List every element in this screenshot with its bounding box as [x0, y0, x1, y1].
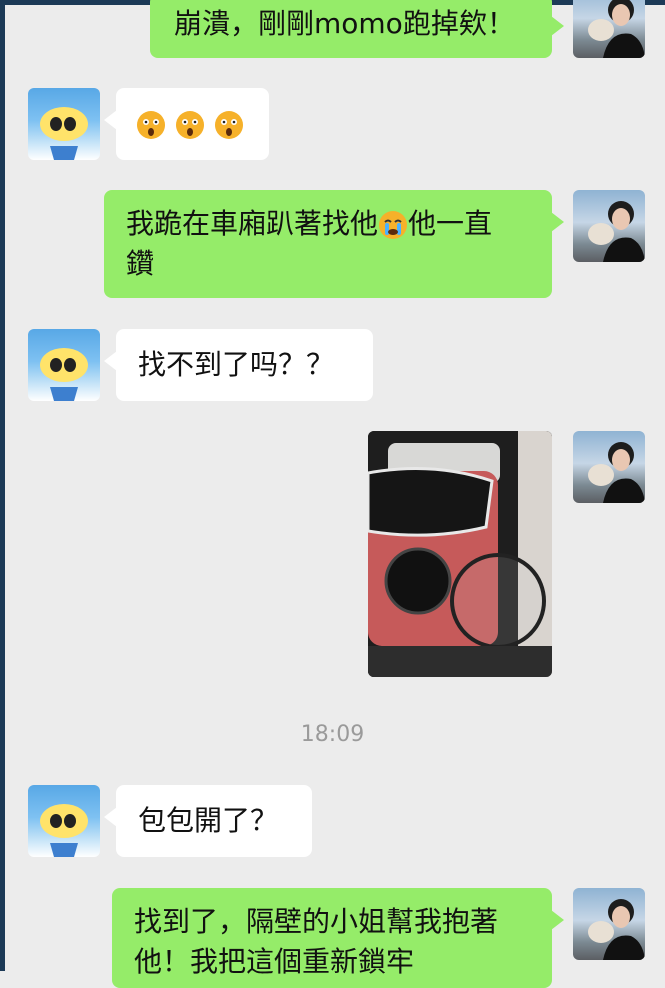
- crying-face-icon: [378, 210, 408, 240]
- message-text: 找不到了吗？？: [138, 348, 335, 381]
- astonished-face-icon: [136, 110, 166, 140]
- astonished-face-icon: [214, 110, 244, 140]
- message-bubble-friend[interactable]: [104, 88, 269, 160]
- message-bubble-friend[interactable]: 包包開了？: [104, 785, 312, 857]
- avatar-friend[interactable]: [28, 88, 100, 160]
- message-bubble-me[interactable]: 找到了，隔壁的小姐幫我抱著 他！我把這個重新鎖牢: [112, 888, 564, 988]
- message-text: 包包開了？: [138, 804, 279, 837]
- message-text: 他一直: [408, 207, 493, 240]
- avatar-me[interactable]: [573, 190, 645, 262]
- message-text: 我跪在車廂趴著找他: [126, 207, 379, 240]
- message-text: 找到了，隔壁的小姐幫我抱著: [134, 905, 499, 938]
- avatar-me[interactable]: [573, 0, 645, 58]
- avatar-friend[interactable]: [28, 329, 100, 401]
- message-text: 崩潰，剛剛momo跑掉欸！: [174, 7, 515, 40]
- avatar-me[interactable]: [573, 431, 645, 503]
- astonished-face-icon: [175, 110, 205, 140]
- avatar-friend[interactable]: [28, 785, 100, 857]
- message-timestamp: 18:09: [300, 722, 365, 747]
- message-text: 鑽: [126, 247, 155, 280]
- message-bubble-friend[interactable]: 找不到了吗？？: [104, 329, 373, 401]
- left-accent-bar: [0, 0, 5, 971]
- message-text: 他！我把這個重新鎖牢: [134, 945, 415, 978]
- pet-carrier-photo-icon: [368, 431, 552, 677]
- message-bubble-me[interactable]: 崩潰，剛剛momo跑掉欸！: [150, 0, 564, 58]
- message-bubble-me[interactable]: 我跪在車廂趴著找他 他一直 鑽: [104, 190, 564, 298]
- photo-message[interactable]: [368, 431, 552, 677]
- avatar-me[interactable]: [573, 888, 645, 960]
